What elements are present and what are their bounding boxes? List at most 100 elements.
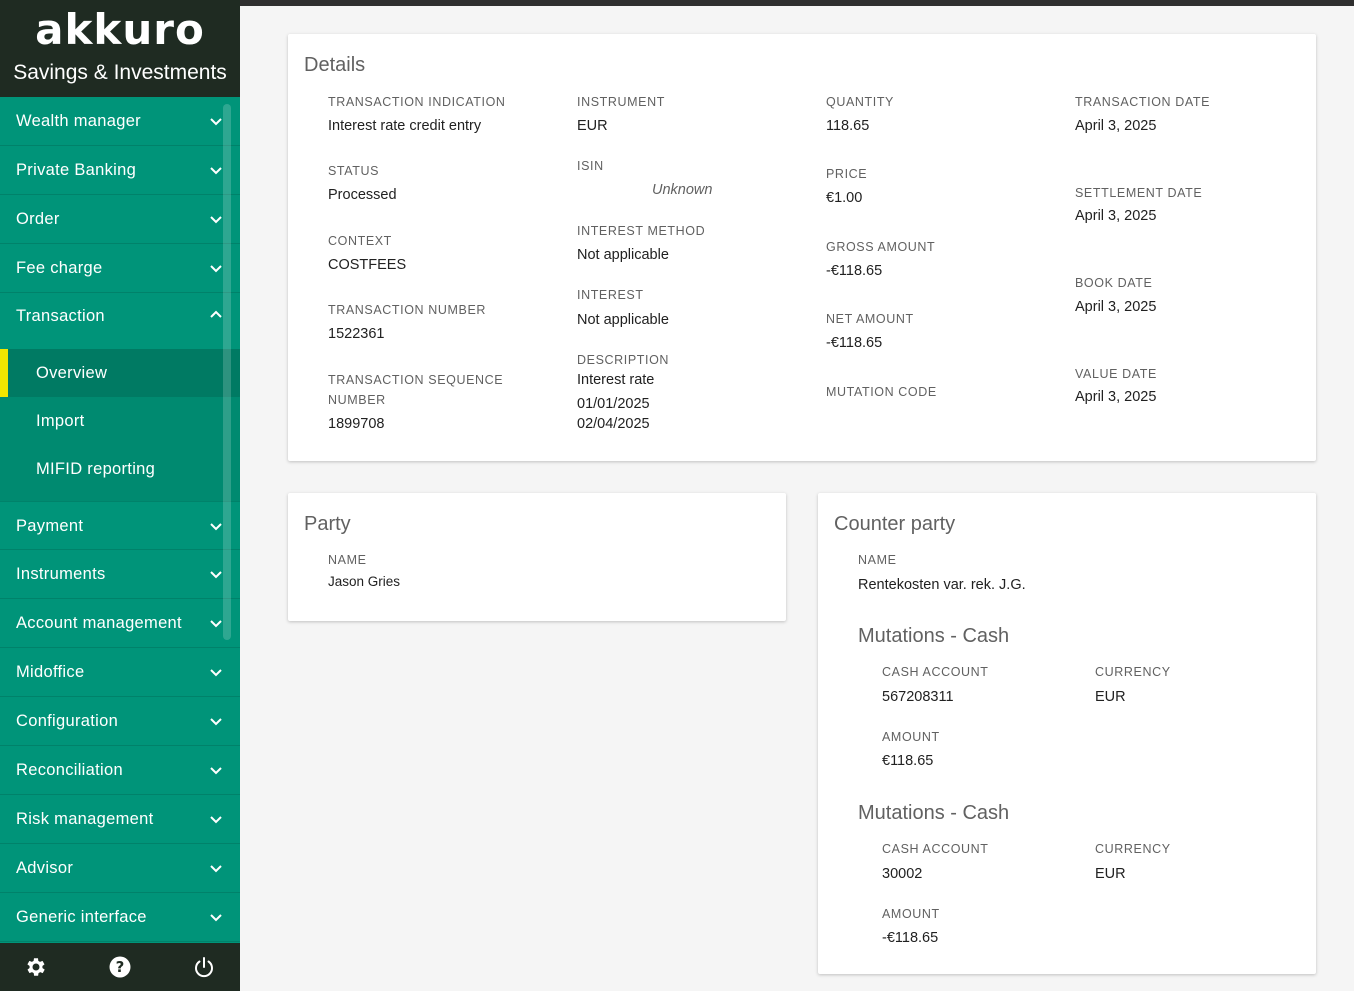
quantity-label: QUANTITY	[826, 95, 894, 109]
interest-value: Not applicable	[577, 312, 669, 328]
mutations-cash-title: Mutations - Cash	[858, 625, 1010, 647]
value-date-label: VALUE DATE	[1075, 367, 1157, 381]
book-date-value: April 3, 2025	[1075, 299, 1157, 315]
chevron-down-icon	[210, 914, 222, 922]
transaction-sequence-label-2: NUMBER	[328, 393, 386, 407]
sidebar-subitem-import[interactable]: Import	[0, 397, 240, 445]
details-title: Details	[304, 54, 366, 76]
sidebar-subitem-mifid-reporting[interactable]: MIFID reporting	[0, 445, 240, 493]
sidebar-footer: ?	[0, 943, 240, 991]
gross-amount-value: -€118.65	[826, 263, 883, 279]
chevron-down-icon	[210, 718, 222, 726]
chevron-down-icon	[210, 216, 222, 224]
isin-label: ISIN	[577, 159, 604, 173]
status-value: Processed	[328, 187, 397, 203]
chevron-down-icon	[210, 669, 222, 677]
net-amount-value: -€118.65	[826, 335, 883, 351]
cash-account-value: 567208311	[882, 689, 954, 705]
sidebar-item-label: Private Banking	[16, 161, 137, 179]
sidebar-item-label: Order	[16, 210, 60, 228]
transaction-indication-value: Interest rate credit entry	[328, 118, 482, 134]
sidebar-item-midoffice[interactable]: Midoffice	[0, 648, 240, 697]
transaction-sequence-value: 1899708	[328, 416, 385, 432]
mutations-cash-title: Mutations - Cash	[858, 802, 1010, 824]
amount-label: AMOUNT	[882, 730, 940, 744]
instrument-label: INSTRUMENT	[577, 95, 665, 109]
context-label: CONTEXT	[328, 234, 392, 248]
gross-amount-label: GROSS AMOUNT	[826, 240, 936, 254]
chevron-down-icon	[210, 523, 222, 531]
currency-value: EUR	[1095, 866, 1126, 882]
amount-value: -€118.65	[882, 930, 939, 946]
transaction-indication-label: TRANSACTION INDICATION	[328, 95, 506, 109]
transaction-submenu: Overview Import MIFID reporting	[0, 349, 240, 501]
settlement-date-label: SETTLEMENT DATE	[1075, 186, 1203, 200]
cash-account-label: CASH ACCOUNT	[882, 665, 989, 679]
description-line-1: Interest rate	[577, 372, 655, 388]
chevron-up-icon	[210, 310, 222, 318]
sidebar-item-label: Reconciliation	[16, 761, 123, 779]
sidebar-item-label: Fee charge	[16, 259, 103, 277]
details-card: Details TRANSACTION INDICATION Interest …	[288, 34, 1316, 461]
sidebar-item-configuration[interactable]: Configuration	[0, 697, 240, 746]
help-icon[interactable]: ?	[108, 955, 132, 979]
party-title: Party	[304, 513, 351, 535]
amount-label: AMOUNT	[882, 907, 940, 921]
party-card: Party NAME Jason Gries	[288, 493, 786, 621]
sidebar-subitem-label: MIFID reporting	[36, 460, 156, 478]
transaction-sequence-label: TRANSACTION SEQUENCE	[328, 373, 504, 387]
sidebar-item-label: Risk management	[16, 810, 154, 828]
sidebar-item-order[interactable]: Order	[0, 195, 240, 244]
sidebar-subitem-overview[interactable]: Overview	[0, 349, 240, 397]
value-date-value: April 3, 2025	[1075, 389, 1157, 405]
currency-label: CURRENCY	[1095, 842, 1171, 856]
gear-icon[interactable]	[24, 955, 48, 979]
sidebar-nav: Wealth manager Private Banking Order Fee…	[0, 97, 240, 942]
quantity-value: 118.65	[826, 118, 870, 134]
sidebar-item-wealth-manager[interactable]: Wealth manager	[0, 97, 240, 146]
svg-text:?: ?	[116, 958, 125, 976]
chevron-down-icon	[210, 571, 222, 579]
power-icon[interactable]	[192, 955, 216, 979]
sidebar-item-fee-charge[interactable]: Fee charge	[0, 244, 240, 293]
sidebar-item-transaction[interactable]: Transaction	[0, 293, 240, 349]
mutation-code-label: MUTATION CODE	[826, 385, 937, 399]
sidebar-item-account-management[interactable]: Account management	[0, 599, 240, 648]
chevron-down-icon	[210, 118, 222, 126]
chevron-down-icon	[210, 767, 222, 775]
price-value: €1.00	[826, 190, 863, 206]
party-name-value: Jason Gries	[328, 574, 401, 589]
currency-value: EUR	[1095, 689, 1126, 705]
brand-logo: akkuro	[35, 5, 205, 54]
sidebar-item-instruments[interactable]: Instruments	[0, 550, 240, 599]
status-label: STATUS	[328, 164, 380, 178]
sidebar-item-private-banking[interactable]: Private Banking	[0, 146, 240, 195]
sidebar-item-label: Instruments	[16, 565, 106, 583]
chevron-down-icon	[210, 265, 222, 273]
sidebar-item-risk-management[interactable]: Risk management	[0, 795, 240, 844]
brand-subtitle: Savings & Investments	[13, 61, 227, 84]
net-amount-label: NET AMOUNT	[826, 312, 914, 326]
sidebar-item-reconciliation[interactable]: Reconciliation	[0, 746, 240, 795]
counter-party-name-label: NAME	[858, 553, 897, 567]
price-label: PRICE	[826, 167, 868, 181]
cash-account-value: 30002	[882, 866, 923, 882]
sidebar-item-generic-interface[interactable]: Generic interface	[0, 893, 240, 942]
sidebar-item-payment[interactable]: Payment	[0, 501, 240, 550]
settlement-date-value: April 3, 2025	[1075, 208, 1157, 224]
sidebar-item-advisor[interactable]: Advisor	[0, 844, 240, 893]
chevron-down-icon	[210, 620, 222, 628]
sidebar: akkuro Savings & Investments Wealth mana…	[0, 0, 240, 991]
chevron-down-icon	[210, 865, 222, 873]
sidebar-item-label: Account management	[16, 614, 182, 632]
book-date-label: BOOK DATE	[1075, 276, 1153, 290]
currency-label: CURRENCY	[1095, 665, 1171, 679]
interest-method-label: INTEREST METHOD	[577, 224, 706, 238]
interest-method-value: Not applicable	[577, 247, 669, 263]
transaction-number-value: 1522361	[328, 326, 385, 342]
instrument-value: EUR	[577, 118, 608, 134]
interest-label: INTEREST	[577, 288, 644, 302]
description-line-3: 02/04/2025	[577, 416, 650, 432]
counter-party-card: Counter party NAME Rentekosten var. rek.…	[818, 493, 1316, 974]
sidebar-scrollbar[interactable]	[223, 104, 231, 640]
